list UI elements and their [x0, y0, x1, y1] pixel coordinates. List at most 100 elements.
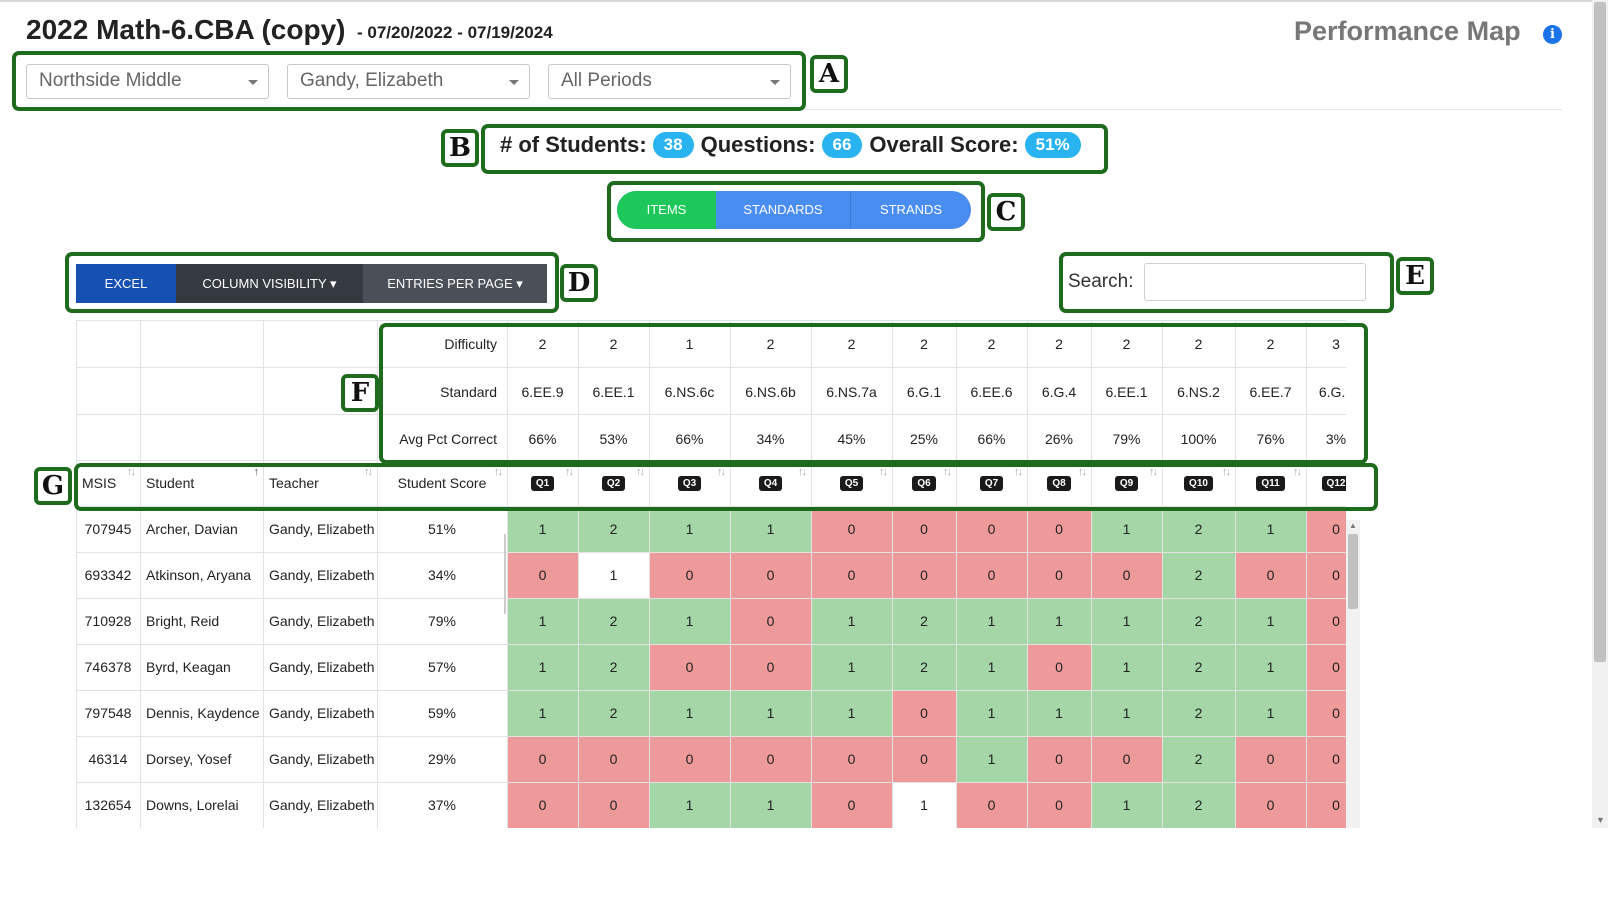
period-select[interactable]: All Periods: [548, 64, 791, 99]
column-header-question[interactable]: Q2 ↑↓: [578, 460, 649, 506]
score-cell: 2: [892, 598, 956, 644]
score-cell: 0: [1306, 552, 1346, 598]
score-cell: 0: [956, 506, 1027, 552]
sort-icon[interactable]: ↑↓: [636, 466, 645, 478]
score-cell: 0: [811, 736, 892, 782]
table-toolbar: EXCEL COLUMN VISIBILITY ▾ ENTRIES PER PA…: [76, 264, 547, 303]
school-select[interactable]: Northside Middle: [26, 64, 269, 99]
score-cell: 1: [1027, 598, 1091, 644]
difficulty-value: 2: [920, 335, 928, 352]
sort-icon[interactable]: ↑↓: [1078, 466, 1087, 478]
score-cell: 1: [892, 782, 956, 828]
score-cell: 0: [1091, 736, 1162, 782]
callout-label-e: E: [1396, 257, 1434, 295]
score-cell: 0: [507, 782, 578, 828]
cell-msis: 707945: [84, 521, 132, 537]
score-cell: 2: [1162, 506, 1235, 552]
excel-button[interactable]: EXCEL: [76, 264, 176, 303]
column-header-student[interactable]: Student ↑: [140, 460, 263, 506]
grid-line: [578, 320, 579, 828]
column-header-question[interactable]: Q11 ↑↓: [1235, 460, 1306, 506]
score-cell: 0: [1027, 506, 1091, 552]
column-header-question[interactable]: Q9 ↑↓: [1091, 460, 1162, 506]
sort-icon[interactable]: ↑↓: [879, 466, 888, 478]
score-cell: 0: [892, 506, 956, 552]
chevron-down-icon: [770, 80, 780, 85]
sort-icon[interactable]: ↑↓: [717, 466, 726, 478]
search-input[interactable]: [1144, 263, 1366, 301]
sort-icon[interactable]: ↑↓: [798, 466, 807, 478]
score-cell: 2: [892, 644, 956, 690]
sort-icon[interactable]: ↑: [254, 466, 259, 478]
grid-line: [507, 320, 508, 828]
score-cell: 1: [1235, 644, 1306, 690]
cell-student: Dennis, Kaydence: [146, 705, 260, 721]
sort-icon[interactable]: ↑↓: [1014, 466, 1023, 478]
grid-line: [76, 552, 1346, 553]
sort-icon[interactable]: ↑↓: [1222, 466, 1231, 478]
score-cell: 0: [892, 736, 956, 782]
standard-value: 6.NS.2: [1177, 383, 1220, 400]
avg-pct-value: 76%: [1256, 430, 1285, 447]
column-header-question[interactable]: Q8 ↑↓: [1027, 460, 1091, 506]
column-header-question[interactable]: Q3 ↑↓: [649, 460, 730, 506]
score-cell: 2: [1162, 736, 1235, 782]
tab-standards[interactable]: STANDARDS: [716, 191, 851, 229]
grid-line: [76, 644, 1346, 645]
column-visibility-button[interactable]: COLUMN VISIBILITY ▾: [176, 264, 363, 303]
students-count-badge: 38: [652, 132, 694, 158]
score-cell: 1: [1091, 598, 1162, 644]
summary-stats: # of Students: 38 Questions: 66 Overall …: [500, 132, 1088, 158]
score-cell: 0: [1027, 736, 1091, 782]
difficulty-value: 2: [847, 335, 856, 352]
overall-score-label: Overall Score:: [869, 132, 1019, 157]
score-cell: 2: [578, 598, 649, 644]
tab-items[interactable]: ITEMS: [617, 191, 716, 229]
sort-icon[interactable]: ↑↓: [943, 466, 952, 478]
callout-label-a: A: [810, 55, 848, 93]
cell-score: 57%: [427, 659, 457, 675]
callout-label-f: F: [341, 374, 379, 412]
score-cell: 1: [507, 690, 578, 736]
scroll-up-arrow-icon[interactable]: ▲: [1349, 521, 1357, 530]
sort-icon[interactable]: ↑↓: [1149, 466, 1158, 478]
info-icon[interactable]: i: [1543, 25, 1562, 44]
score-cell: 0: [892, 552, 956, 598]
column-header-question[interactable]: Q1 ↑↓: [507, 460, 578, 506]
scroll-down-arrow-icon[interactable]: ▼: [1596, 815, 1605, 825]
score-cell: 1: [811, 690, 892, 736]
column-header-question[interactable]: Q7 ↑↓: [956, 460, 1027, 506]
table-scrollbar-thumb[interactable]: [1348, 534, 1358, 609]
school-select-value: Northside Middle: [39, 70, 182, 91]
sort-icon[interactable]: ↑↓: [364, 466, 373, 478]
score-cell: 2: [1162, 782, 1235, 828]
page-scrollbar-thumb[interactable]: [1594, 2, 1606, 662]
question-badge: Q4: [758, 475, 783, 491]
cell-msis: 710928: [84, 613, 132, 629]
entries-per-page-button[interactable]: ENTRIES PER PAGE ▾: [363, 264, 547, 303]
teacher-select[interactable]: Gandy, Elizabeth: [287, 64, 530, 99]
difficulty-value: 2: [1122, 335, 1131, 352]
sort-icon[interactable]: ↑↓: [565, 466, 574, 478]
column-header-question[interactable]: Q10 ↑↓: [1162, 460, 1235, 506]
score-cell: 0: [1235, 552, 1306, 598]
column-header-question[interactable]: Q4 ↑↓: [730, 460, 811, 506]
score-cell: 0: [811, 552, 892, 598]
column-header-msis[interactable]: MSIS ↑↓: [76, 460, 140, 506]
sort-icon[interactable]: ↑↓: [127, 466, 136, 478]
score-cell: 1: [1235, 598, 1306, 644]
grid-line: [76, 414, 1346, 415]
avg-pct-value: 100%: [1180, 430, 1217, 447]
column-header-question[interactable]: Q6 ↑↓: [892, 460, 956, 506]
column-header-question[interactable]: Q5 ↑↓: [811, 460, 892, 506]
grid-line: [76, 598, 1346, 599]
column-header-question[interactable]: Q12↑↓: [1306, 460, 1346, 506]
sort-icon[interactable]: ↑↓: [494, 466, 503, 478]
tab-strands[interactable]: STRANDS: [851, 191, 971, 229]
difficulty-value: 2: [538, 335, 547, 352]
sort-icon[interactable]: ↑↓: [1293, 466, 1302, 478]
score-cell: 1: [649, 690, 730, 736]
column-header-teacher[interactable]: Teacher ↑↓: [263, 460, 377, 506]
column-header-score[interactable]: Student Score ↑↓: [377, 460, 507, 506]
standard-value: 6.G.4: [1041, 383, 1077, 400]
